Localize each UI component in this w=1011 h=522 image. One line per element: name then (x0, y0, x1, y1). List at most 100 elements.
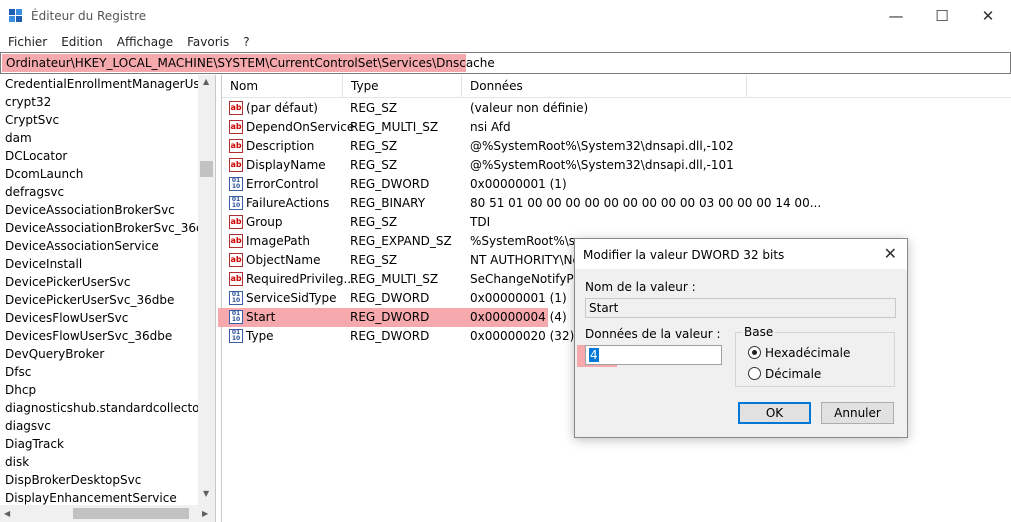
value-type: REG_SZ (350, 215, 398, 229)
value-data-input[interactable]: 4 (585, 345, 722, 365)
title-bar: Éditeur du Registre — ☐ ✕ (0, 0, 1011, 32)
tree-item[interactable]: DCLocator (0, 147, 198, 165)
value-name: Description (246, 139, 315, 153)
binary-value-icon: 01 10 (229, 291, 243, 305)
value-type: REG_BINARY (350, 196, 426, 210)
column-data[interactable]: Données (462, 75, 747, 97)
tree-item[interactable]: DcomLaunch (0, 165, 198, 183)
tree-item[interactable]: CredentialEnrollmentManagerUserSvc (0, 75, 198, 93)
value-row[interactable]: ab Description REG_SZ @%SystemRoot%\System3… (222, 137, 1011, 156)
value-type: REG_SZ (350, 101, 398, 115)
address-bar[interactable]: Ordinateur\HKEY_LOCAL_MACHINE\SYSTEM\Cur… (0, 52, 1011, 74)
tree-item[interactable]: diagsvc (0, 417, 198, 435)
string-value-icon: ab (229, 272, 243, 286)
tree-item[interactable]: disk (0, 453, 198, 471)
scroll-left-icon[interactable]: ◀ (4, 509, 10, 518)
string-value-icon: ab (229, 158, 243, 172)
registry-editor-icon (9, 9, 22, 22)
tree-item[interactable]: DispBrokerDesktopSvc (0, 471, 198, 489)
tree-vertical-scrollbar[interactable]: ▲ ▼ (198, 75, 215, 505)
string-value-icon: ab (229, 101, 243, 115)
tree-item[interactable]: DiagTrack (0, 435, 198, 453)
value-type: REG_SZ (350, 253, 398, 267)
column-type[interactable]: Type (343, 75, 462, 97)
menu-affichage[interactable]: Affichage (109, 35, 179, 49)
minimize-button[interactable]: — (873, 0, 919, 32)
string-value-icon: ab (229, 253, 243, 267)
tree-item[interactable]: DeviceInstall (0, 255, 198, 273)
tree-item[interactable]: DeviceAssociationBrokerSvc_36dbe (0, 219, 198, 237)
tree-item[interactable]: DeviceAssociationBrokerSvc (0, 201, 198, 219)
hex-radio[interactable] (748, 346, 761, 359)
value-name: ErrorControl (246, 177, 319, 191)
scroll-up-icon[interactable]: ▲ (203, 77, 209, 86)
value-data: 80 51 01 00 00 00 00 00 00 00 00 00 03 0… (470, 196, 822, 210)
dec-radio[interactable] (748, 367, 761, 380)
tree-item[interactable]: dam (0, 129, 198, 147)
tree-item[interactable]: crypt32 (0, 93, 198, 111)
value-name: (par défaut) (246, 101, 318, 115)
scroll-down-icon[interactable]: ▼ (203, 489, 209, 498)
value-row[interactable]: ab DisplayName REG_SZ @%SystemRoot%\System3… (222, 156, 1011, 175)
base-group-label: Base (742, 325, 776, 339)
tree-item[interactable]: defragsvc (0, 183, 198, 201)
value-data: TDI (470, 215, 491, 229)
value-name: DependOnService (246, 120, 355, 134)
edit-dword-dialog: Modifier la valeur DWORD 32 bits ✕ Nom d… (574, 238, 908, 438)
tree-item[interactable]: DevicesFlowUserSvc_36dbe (0, 327, 198, 345)
close-button[interactable]: ✕ (965, 0, 1011, 32)
value-name: RequiredPrivileg... (246, 272, 355, 286)
value-data: (valeur non définie) (470, 101, 589, 115)
value-row[interactable]: ab (par défaut) REG_SZ (valeur non définie) (222, 99, 1011, 118)
tree-item[interactable]: DevQueryBroker (0, 345, 198, 363)
menu-edition[interactable]: Edition (53, 35, 109, 49)
tree-item[interactable]: Dhcp (0, 381, 198, 399)
tree-item[interactable]: DevicePickerUserSvc_36dbe (0, 291, 198, 309)
tree-item[interactable]: CryptSvc (0, 111, 198, 129)
value-type: REG_DWORD (350, 291, 430, 305)
value-type: REG_EXPAND_SZ (350, 234, 452, 248)
cancel-button[interactable]: Annuler (821, 402, 894, 424)
value-data: 0x00000020 (32) (470, 329, 575, 343)
value-row[interactable]: 01 10 ErrorControl REG_DWORD 0x00000001 (1) (222, 175, 1011, 194)
dialog-close-icon[interactable]: ✕ (884, 244, 897, 263)
binary-value-icon: 01 10 (229, 329, 243, 343)
value-row[interactable]: ab DependOnService REG_MULTI_SZ nsi Afd (222, 118, 1011, 137)
value-name: ObjectName (246, 253, 321, 267)
tree-horizontal-scrollbar[interactable]: ◀ ▶ (0, 505, 215, 522)
value-row[interactable]: ab Group REG_SZ TDI (222, 213, 1011, 232)
ok-button[interactable]: OK (738, 402, 811, 424)
tree-scroll-thumb[interactable] (200, 161, 213, 177)
value-type: REG_SZ (350, 139, 398, 153)
value-type: REG_SZ (350, 158, 398, 172)
maximize-button[interactable]: ☐ (919, 0, 965, 32)
menu-fichier[interactable]: Fichier (0, 35, 53, 49)
tree-item[interactable]: Dfsc (0, 363, 198, 381)
base-group: Base Hexadécimale Décimale (735, 325, 895, 387)
address-path: Ordinateur\HKEY_LOCAL_MACHINE\SYSTEM\Cur… (6, 56, 495, 70)
dialog-title: Modifier la valeur DWORD 32 bits (583, 248, 785, 262)
value-row[interactable]: 01 10 FailureActions REG_BINARY 80 51 01 00 … (222, 194, 1011, 213)
value-type: REG_DWORD (350, 177, 430, 191)
menu-help[interactable]: ? (235, 35, 255, 49)
column-name[interactable]: Nom (222, 75, 343, 97)
dec-label[interactable]: Décimale (765, 367, 821, 381)
value-name: FailureActions (246, 196, 330, 210)
value-name-field: Start (585, 298, 896, 318)
value-type: REG_MULTI_SZ (350, 272, 439, 286)
tree-item[interactable]: DevicesFlowUserSvc (0, 309, 198, 327)
value-type: REG_DWORD (350, 329, 430, 343)
value-name: Group (246, 215, 283, 229)
hex-label[interactable]: Hexadécimale (765, 346, 850, 360)
scroll-right-icon[interactable]: ▶ (202, 509, 208, 518)
menu-favoris[interactable]: Favoris (179, 35, 235, 49)
tree-item[interactable]: diagnosticshub.standardcollector.ser (0, 399, 198, 417)
tree-item[interactable]: DevicePickerUserSvc (0, 273, 198, 291)
tree-item[interactable]: DeviceAssociationService (0, 237, 198, 255)
value-data: 0x00000001 (1) (470, 291, 567, 305)
value-name: ImagePath (246, 234, 310, 248)
string-value-icon: ab (229, 139, 243, 153)
dialog-title-bar: Modifier la valeur DWORD 32 bits ✕ (575, 239, 907, 269)
value-type: REG_DWORD (350, 310, 430, 324)
tree-hscroll-thumb[interactable] (73, 508, 189, 519)
